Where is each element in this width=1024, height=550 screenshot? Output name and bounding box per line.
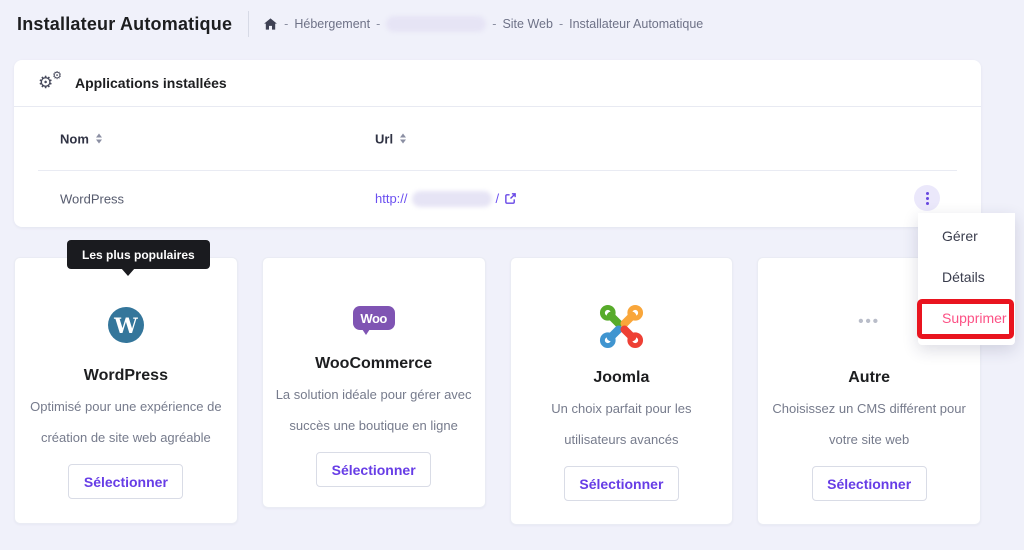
menu-item-supprimer[interactable]: Supprimer: [918, 298, 1015, 339]
wordpress-logo-icon: W: [108, 307, 144, 343]
select-other-button[interactable]: Sélectionner: [812, 466, 927, 501]
header-divider: [248, 11, 249, 37]
breadcrumb-item-redacted-domain: [386, 16, 486, 32]
breadcrumb-item-hosting[interactable]: Hébergement: [294, 17, 370, 31]
installed-apps-panel: ⚙ ⚙ Applications installées Nom Url Word…: [14, 60, 981, 227]
page-title: Installateur Automatique: [17, 14, 232, 35]
card-title: WordPress: [84, 366, 168, 386]
home-icon[interactable]: [263, 17, 278, 32]
woocommerce-logo-icon: Woo: [353, 306, 395, 330]
card-title: WooCommerce: [315, 354, 432, 374]
row-actions-kebab-button[interactable]: [914, 185, 940, 211]
card-joomla: Joomla Un choix parfait pour les utilisa…: [510, 257, 734, 525]
kebab-icon: [926, 192, 929, 195]
card-woocommerce: Woo WooCommerce La solution idéale pour …: [262, 257, 486, 508]
menu-item-gerer[interactable]: Gérer: [918, 216, 1015, 257]
menu-item-details[interactable]: Détails: [918, 257, 1015, 298]
app-url-link[interactable]: http:// /: [375, 191, 517, 207]
cms-cards-row: W WordPress Optimisé pour une expérience…: [14, 257, 981, 525]
breadcrumb-separator: -: [284, 17, 288, 31]
card-title: Autre: [848, 368, 890, 388]
card-wordpress: W WordPress Optimisé pour une expérience…: [14, 257, 238, 524]
sort-icon[interactable]: [400, 134, 406, 144]
column-header-url[interactable]: Url: [375, 131, 406, 146]
page: Installateur Automatique - Hébergement -…: [0, 0, 1024, 550]
select-woocommerce-button[interactable]: Sélectionner: [316, 452, 431, 487]
panel-header: ⚙ ⚙ Applications installées: [14, 60, 981, 107]
app-name-cell: WordPress: [60, 191, 124, 206]
card-title: Joomla: [593, 368, 649, 388]
select-joomla-button[interactable]: Sélectionner: [564, 466, 679, 501]
top-header: Installateur Automatique - Hébergement -…: [0, 0, 1024, 48]
url-redacted-domain: [412, 191, 492, 207]
breadcrumb: - Hébergement - - Site Web - Installateu…: [263, 16, 703, 32]
panel-title: Applications installées: [75, 75, 227, 91]
card-description: Un choix parfait pour les utilisateurs a…: [519, 393, 723, 455]
card-description: La solution idéale pour gérer avec succè…: [272, 379, 476, 441]
sort-icon[interactable]: [96, 134, 102, 144]
column-header-name[interactable]: Nom: [60, 131, 102, 146]
card-description: Optimisé pour une expérience de création…: [24, 391, 228, 453]
row-actions-menu: Gérer Détails Supprimer: [918, 213, 1015, 345]
table-row: WordPress http:// /: [14, 171, 981, 226]
breadcrumb-item-site-web[interactable]: Site Web: [502, 17, 553, 31]
gears-icon: ⚙ ⚙: [38, 72, 62, 94]
most-popular-badge: Les plus populaires: [67, 240, 210, 269]
card-description: Choisissez un CMS différent pour votre s…: [767, 393, 971, 455]
breadcrumb-item-current: Installateur Automatique: [569, 17, 703, 31]
breadcrumb-separator: -: [376, 17, 380, 31]
joomla-logo-icon: [598, 303, 645, 350]
breadcrumb-separator: -: [559, 17, 563, 31]
external-link-icon[interactable]: [504, 192, 517, 205]
table-header-row: Nom Url: [14, 107, 981, 170]
breadcrumb-separator: -: [492, 17, 496, 31]
select-wordpress-button[interactable]: Sélectionner: [68, 464, 183, 499]
ellipsis-icon: •••: [858, 316, 880, 328]
